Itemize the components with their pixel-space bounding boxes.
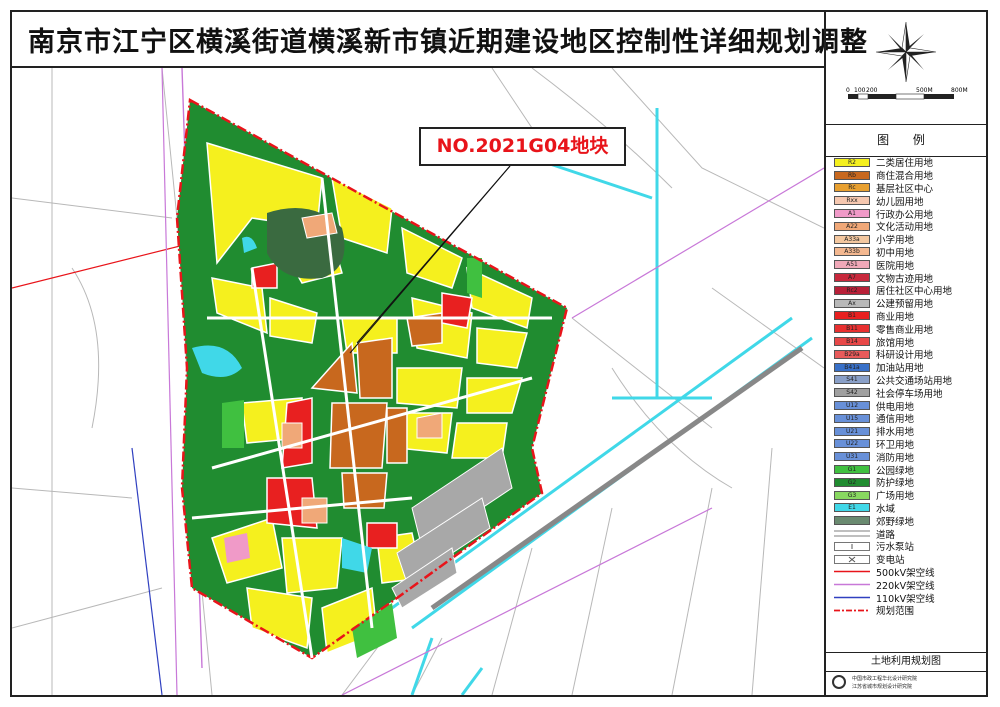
legend-item: R2 二类居住用地	[834, 156, 984, 169]
compass-scale-box: 0 100 200 500M 800M	[826, 12, 986, 125]
legend-item: U21 排水用地	[834, 425, 984, 438]
legend-swatch: G1	[834, 465, 870, 475]
page-title: 南京市江宁区横溪街道横溪新市镇近期建设地区控制性详细规划调整	[28, 26, 868, 58]
legend-swatch: Rc	[834, 183, 870, 193]
legend-swatch	[834, 541, 870, 551]
legend-item: 规划范围	[834, 604, 984, 617]
legend-swatch: S41	[834, 375, 870, 385]
legend-swatch	[834, 593, 870, 602]
legend-swatch: A33b	[834, 247, 870, 257]
scale-bar: 0 100 200 500M 800M	[846, 87, 968, 100]
legend-swatch: G2	[834, 477, 870, 487]
legend-item: 220kV架空线	[834, 578, 984, 592]
admin-block[interactable]	[224, 533, 250, 563]
legend-item: A51 医院用地	[834, 258, 984, 272]
legend-swatch: U21	[834, 426, 870, 436]
legend-swatch	[834, 529, 870, 538]
legend-item: 110kV架空线	[834, 591, 984, 605]
legend-item: 污水泵站	[834, 540, 984, 553]
legend-swatch: U22	[834, 439, 870, 449]
legend-swatch: G3	[834, 490, 870, 500]
legend-item: 道路	[834, 527, 984, 541]
legend-swatch: Rb	[834, 170, 870, 180]
legend-item: A33b 初中用地	[834, 246, 984, 259]
legend-item: Rxx 幼儿园用地	[834, 194, 984, 208]
legend-item: Rc 基层社区中心	[834, 182, 984, 195]
legend-swatch: B14	[834, 337, 870, 347]
legend-item: U12 供电用地	[834, 399, 984, 413]
legend-item: Ax 公建预留用地	[834, 297, 984, 310]
map-canvas[interactable]	[12, 68, 824, 695]
legend-swatch: U31	[834, 452, 870, 462]
organization-block: 中国市政工程华北设计研究院 江苏省城市规划设计研究院	[830, 672, 984, 694]
scale-tick-200: 200	[866, 87, 878, 94]
legend-item: E1 水域	[834, 502, 984, 515]
legend-item: S42 社会停车场用地	[834, 386, 984, 400]
legend-swatch: S42	[834, 388, 870, 398]
legend-item: G2 防护绿地	[834, 476, 984, 489]
legend-swatch: Ax	[834, 298, 870, 308]
legend-item: S41 公共交通场站用地	[834, 374, 984, 387]
compass-icon: 0 100 200 500M 800M	[846, 21, 968, 100]
legend-title: 图 例	[826, 124, 986, 157]
legend-swatch: U12	[834, 401, 870, 411]
legend-swatch: A51	[834, 260, 870, 270]
organization-line-1: 中国市政工程华北设计研究院	[852, 676, 918, 682]
legend-swatch: Rxx	[834, 196, 870, 206]
legend-item: Rb 商住混合用地	[834, 169, 984, 182]
scale-tick-100: 100	[854, 87, 866, 94]
legend-swatch: A33a	[834, 234, 870, 244]
legend-item: A22 文化活动用地	[834, 220, 984, 233]
scale-tick-500: 500M	[916, 87, 933, 94]
legend-item: B41a 加油站用地	[834, 361, 984, 374]
legend-item: 变电站	[834, 553, 984, 566]
legend-swatch: A7	[834, 273, 870, 283]
legend-item: B29a 科研设计用地	[834, 348, 984, 361]
legend-swatch	[834, 580, 870, 589]
legend-swatch: B1	[834, 311, 870, 321]
legend-swatch: A1	[834, 209, 870, 219]
legend-item: 郊野绿地	[834, 514, 984, 528]
legend-item: B14 旅馆用地	[834, 335, 984, 349]
legend-item: B1 商业用地	[834, 310, 984, 323]
organization-logo-icon	[832, 675, 846, 689]
legend-swatch: R2	[834, 157, 870, 167]
legend-swatch: B29a	[834, 349, 870, 359]
legend-panel: 0 100 200 500M 800M 图 例 R2 二类居住用地 Rb 商住混合用地…	[824, 12, 986, 695]
legend-item: A7 文物古迹用地	[834, 271, 984, 285]
parcel-callout: NO.2021G04地块	[419, 127, 626, 166]
legend-swatch: U15	[834, 413, 870, 423]
legend-item: A1 行政办公用地	[834, 207, 984, 221]
legend-list: R2 二类居住用地 Rb 商住混合用地 Rc 基层社区中心 Rxx 幼儿园用地 A1 行政办公用地…	[834, 156, 984, 617]
legend-swatch: B41a	[834, 362, 870, 372]
scale-tick-800: 800M	[951, 87, 968, 94]
legend-item: U22 环卫用地	[834, 438, 984, 451]
drawing-name: 土地利用规划图	[826, 652, 986, 672]
legend-swatch	[834, 554, 870, 564]
legend-swatch: B11	[834, 324, 870, 334]
legend-item: Rc2 居住社区中心用地	[834, 284, 984, 297]
legend-item: A33a 小学用地	[834, 233, 984, 246]
legend-label: 规划范围	[876, 606, 915, 618]
legend-swatch	[834, 606, 870, 615]
legend-item: 500kV架空线	[834, 566, 984, 579]
scale-tick-0: 0	[846, 87, 850, 94]
title-bar: 南京市江宁区横溪街道横溪新市镇近期建设地区控制性详细规划调整	[12, 12, 867, 68]
legend-swatch: Rc2	[834, 285, 870, 295]
planning-area[interactable]	[175, 98, 569, 660]
land-use-map[interactable]	[12, 68, 824, 695]
legend-item: G1 公园绿地	[834, 463, 984, 477]
legend-item: U31 消防用地	[834, 450, 984, 464]
legend-item: G3 广场用地	[834, 489, 984, 502]
organization-line-2: 江苏省城市规划设计研究院	[852, 684, 913, 690]
legend-swatch	[834, 567, 870, 576]
legend-item: U15 通信用地	[834, 412, 984, 425]
legend-swatch: E1	[834, 503, 870, 513]
legend-swatch	[834, 516, 870, 526]
legend-swatch: A22	[834, 221, 870, 231]
legend-item: B11 零售商业用地	[834, 322, 984, 336]
